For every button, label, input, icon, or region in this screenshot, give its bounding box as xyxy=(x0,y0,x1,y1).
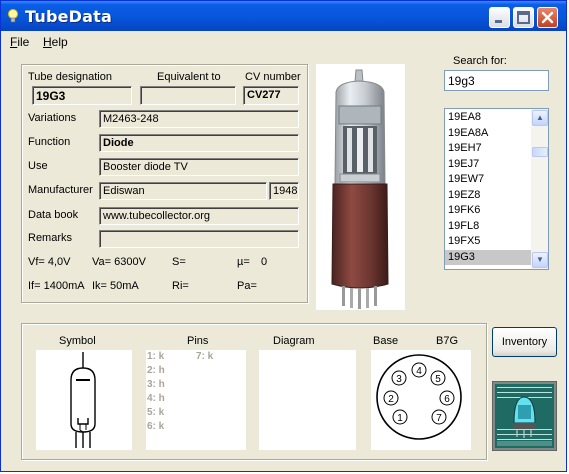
cv-label: CV number xyxy=(245,71,301,83)
maximize-icon xyxy=(517,11,530,24)
list-item[interactable]: 19FL8 xyxy=(445,219,531,235)
base-panel: 1 2 3 4 5 6 7 xyxy=(371,350,471,450)
menu-help[interactable]: Help xyxy=(43,35,68,49)
window-title: TubeData xyxy=(25,7,112,26)
list-item[interactable]: 19FX5 xyxy=(445,234,531,250)
mu-value: 0 xyxy=(261,256,268,268)
function-label: Function xyxy=(28,136,71,148)
menu-file[interactable]: File xyxy=(10,35,29,49)
manufacturer-field: Ediswan xyxy=(99,182,267,200)
title-bar[interactable]: TubeData xyxy=(1,1,566,31)
variations-field: M2463-248 xyxy=(99,110,299,128)
use-field: Booster diode TV xyxy=(99,158,299,176)
va-value: Va= 6300V xyxy=(92,256,146,268)
s-value: S= xyxy=(172,256,186,268)
pin-entry: 6: k xyxy=(147,421,165,432)
maximize-button[interactable] xyxy=(513,7,534,28)
lightbulb-icon xyxy=(8,9,18,23)
inventory-button[interactable]: Inventory xyxy=(492,327,557,357)
designation-label: Tube designation xyxy=(28,71,112,83)
pin-entry: 4: h xyxy=(147,393,165,404)
menu-bar: File Help xyxy=(1,31,566,51)
base-pin-label: 7 xyxy=(436,413,442,424)
pin-entry: 2: h xyxy=(147,365,165,376)
base-label: Base xyxy=(373,335,399,347)
scroll-thumb[interactable] xyxy=(532,147,548,157)
list-item[interactable]: 19EZ8 xyxy=(445,188,531,204)
list-item[interactable]: 19EH7 xyxy=(445,141,531,157)
ik-value: Ik= 50mA xyxy=(92,280,139,292)
base-pin-label: 4 xyxy=(416,366,422,377)
search-label: Search for: xyxy=(453,55,507,67)
list-item[interactable]: 19EA8A xyxy=(445,126,531,142)
manufacturer-label: Manufacturer xyxy=(28,184,93,196)
pin-entry: 7: k xyxy=(196,351,214,362)
base-type: B7G xyxy=(436,335,459,347)
base-pin-label: 2 xyxy=(388,394,394,405)
symbol-label: Symbol xyxy=(59,335,96,347)
cv-field: CV277 xyxy=(243,86,299,105)
equivalent-field xyxy=(140,86,236,105)
ri-value: Ri= xyxy=(172,280,189,292)
app-window: TubeData File Help Tube designation Equi… xyxy=(0,0,567,472)
variations-label: Variations xyxy=(28,112,77,124)
vf-value: Vf= 4,0V xyxy=(28,256,71,268)
remarks-field xyxy=(99,230,299,248)
logo-image xyxy=(492,381,557,451)
pin-entry: 1: k xyxy=(147,351,165,362)
scroll-down-icon[interactable]: ▼ xyxy=(532,252,548,268)
tube-list[interactable]: 19EA8 19EA8A 19EH7 19EJ7 19EW7 19EZ8 19F… xyxy=(444,108,549,270)
equivalent-label: Equivalent to xyxy=(157,71,221,83)
databook-label: Data book xyxy=(28,209,79,221)
remarks-label: Remarks xyxy=(28,232,73,244)
pins-label: Pins xyxy=(187,335,209,347)
designation-field: 19G3 xyxy=(32,86,132,105)
mu-label: µ= xyxy=(237,256,250,268)
symbol-panel xyxy=(36,350,132,450)
base-pin-label: 6 xyxy=(444,394,450,405)
pins-panel: 1: k 2: h 3: h 4: h 5: k 6: k 7: k xyxy=(146,350,246,450)
if-value: If= 1400mA xyxy=(28,280,85,292)
databook-field: www.tubecollector.org xyxy=(99,207,299,225)
tube-symbol xyxy=(70,352,96,448)
base-diagram: 1 2 3 4 5 6 7 xyxy=(376,354,462,440)
close-button[interactable] xyxy=(537,7,558,28)
tube-photo xyxy=(316,64,405,310)
list-item-selected[interactable]: 19G3 xyxy=(445,249,531,265)
pin-entry: 3: h xyxy=(147,379,165,390)
list-item[interactable]: 19EJ7 xyxy=(445,157,531,173)
base-pin-label: 1 xyxy=(397,413,403,424)
diagram-panel xyxy=(259,350,356,450)
minimize-button[interactable] xyxy=(489,7,510,28)
base-pin-label: 5 xyxy=(435,374,441,385)
pa-value: Pa= xyxy=(237,280,257,292)
base-pin-label: 3 xyxy=(396,374,402,385)
year-field: 1948 xyxy=(269,182,299,200)
minimize-icon xyxy=(495,20,502,23)
list-item[interactable]: 19EW7 xyxy=(445,172,531,188)
scroll-up-icon[interactable]: ▲ xyxy=(532,110,548,126)
pin-entry: 5: k xyxy=(147,407,165,418)
list-item[interactable]: 19EA8 xyxy=(445,110,531,126)
close-icon xyxy=(541,11,554,24)
search-input[interactable]: 19g3 xyxy=(444,70,549,91)
diagram-label: Diagram xyxy=(273,335,315,347)
list-item[interactable]: 19FK6 xyxy=(445,203,531,219)
function-field: Diode xyxy=(99,134,299,152)
list-scrollbar[interactable]: ▲ ▼ xyxy=(531,109,548,269)
use-label: Use xyxy=(28,160,48,172)
